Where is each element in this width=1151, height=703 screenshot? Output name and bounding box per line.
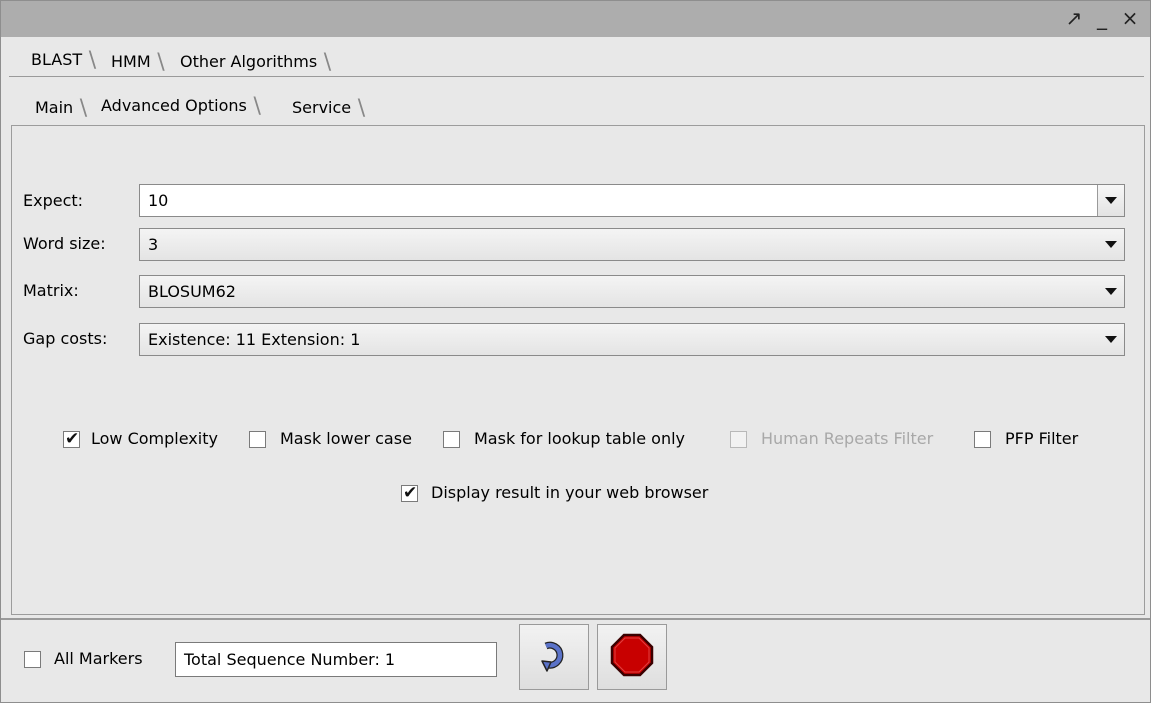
word-size-dropdown-icon[interactable] (1098, 229, 1124, 260)
pfp-filter-label[interactable]: PFP Filter (1005, 429, 1078, 449)
tab-service-label: Service (292, 98, 352, 117)
refresh-arrow-icon (534, 635, 574, 679)
mask-lookup-label[interactable]: Mask for lookup table only (474, 429, 685, 449)
tab-blast[interactable]: BLAST \ (19, 46, 96, 74)
expect-combo[interactable]: 10 (139, 184, 1125, 217)
low-complexity-label[interactable]: Low Complexity (91, 429, 218, 449)
tab-separator: \ (323, 50, 332, 75)
word-size-combo[interactable]: 3 (139, 228, 1125, 261)
check-icon: ✔ (65, 429, 80, 449)
display-browser-label[interactable]: Display result in your web browser (431, 483, 708, 503)
matrix-dropdown-icon[interactable] (1098, 276, 1124, 307)
minimize-icon[interactable]: _ (1091, 5, 1113, 31)
tab-service[interactable]: Service \ (280, 94, 365, 122)
mask-lookup-checkbox[interactable] (443, 431, 460, 448)
human-repeats-checkbox (730, 431, 747, 448)
word-size-label: Word size: (23, 234, 106, 253)
human-repeats-label: Human Repeats Filter (761, 429, 934, 448)
stop-button[interactable] (597, 624, 667, 690)
blast-window: ↗ _ × BLAST \ HMM \ Other Algorithms \ M… (0, 0, 1151, 703)
mask-lower-case-label[interactable]: Mask lower case (280, 429, 412, 449)
tab-hmm[interactable]: HMM \ (99, 48, 165, 76)
tab-main-label: Main (35, 98, 74, 117)
gap-costs-label: Gap costs: (23, 329, 108, 348)
restore-icon[interactable]: ↗ (1063, 5, 1085, 31)
run-button[interactable] (519, 624, 589, 690)
tab-other-algorithms-label: Other Algorithms (180, 52, 318, 71)
tab-separator: \ (157, 50, 165, 75)
tab-other-algorithms[interactable]: Other Algorithms \ (168, 48, 331, 76)
tab-advanced-options[interactable]: Advanced Options \ (89, 92, 261, 120)
close-icon[interactable]: × (1119, 5, 1141, 31)
tab-separator: \ (357, 96, 366, 121)
gap-costs-dropdown-icon[interactable] (1098, 324, 1124, 355)
matrix-value: BLOSUM62 (148, 282, 236, 301)
total-sequence-field: Total Sequence Number: 1 (175, 642, 497, 677)
display-browser-checkbox[interactable]: ✔ (401, 483, 418, 503)
title-bar: ↗ _ × (1, 1, 1150, 37)
tab-separator: \ (79, 96, 88, 121)
all-markers-label[interactable]: All Markers (54, 649, 143, 669)
matrix-label: Matrix: (23, 281, 79, 300)
pfp-filter-checkbox[interactable] (974, 431, 991, 448)
tab-advanced-options-label: Advanced Options (101, 96, 247, 115)
word-size-value: 3 (148, 235, 159, 254)
bottom-divider (1, 618, 1150, 620)
matrix-combo[interactable]: BLOSUM62 (139, 275, 1125, 308)
check-icon: ✔ (403, 483, 418, 503)
tab-divider (9, 76, 1144, 77)
tab-separator: \ (253, 94, 261, 119)
stop-octagon-icon (609, 632, 655, 682)
all-markers-checkbox[interactable] (24, 651, 41, 668)
tab-blast-label: BLAST (31, 50, 83, 69)
tab-main[interactable]: Main \ (23, 94, 87, 122)
expect-label: Expect: (23, 191, 84, 210)
expect-dropdown-icon[interactable] (1097, 185, 1124, 216)
mask-lower-case-checkbox[interactable] (249, 431, 266, 448)
tab-separator: \ (88, 48, 97, 73)
expect-value[interactable]: 10 (148, 185, 168, 216)
low-complexity-checkbox[interactable]: ✔ (63, 429, 80, 449)
tab-hmm-label: HMM (111, 52, 151, 71)
gap-costs-value: Existence: 11 Extension: 1 (148, 330, 361, 349)
gap-costs-combo[interactable]: Existence: 11 Extension: 1 (139, 323, 1125, 356)
